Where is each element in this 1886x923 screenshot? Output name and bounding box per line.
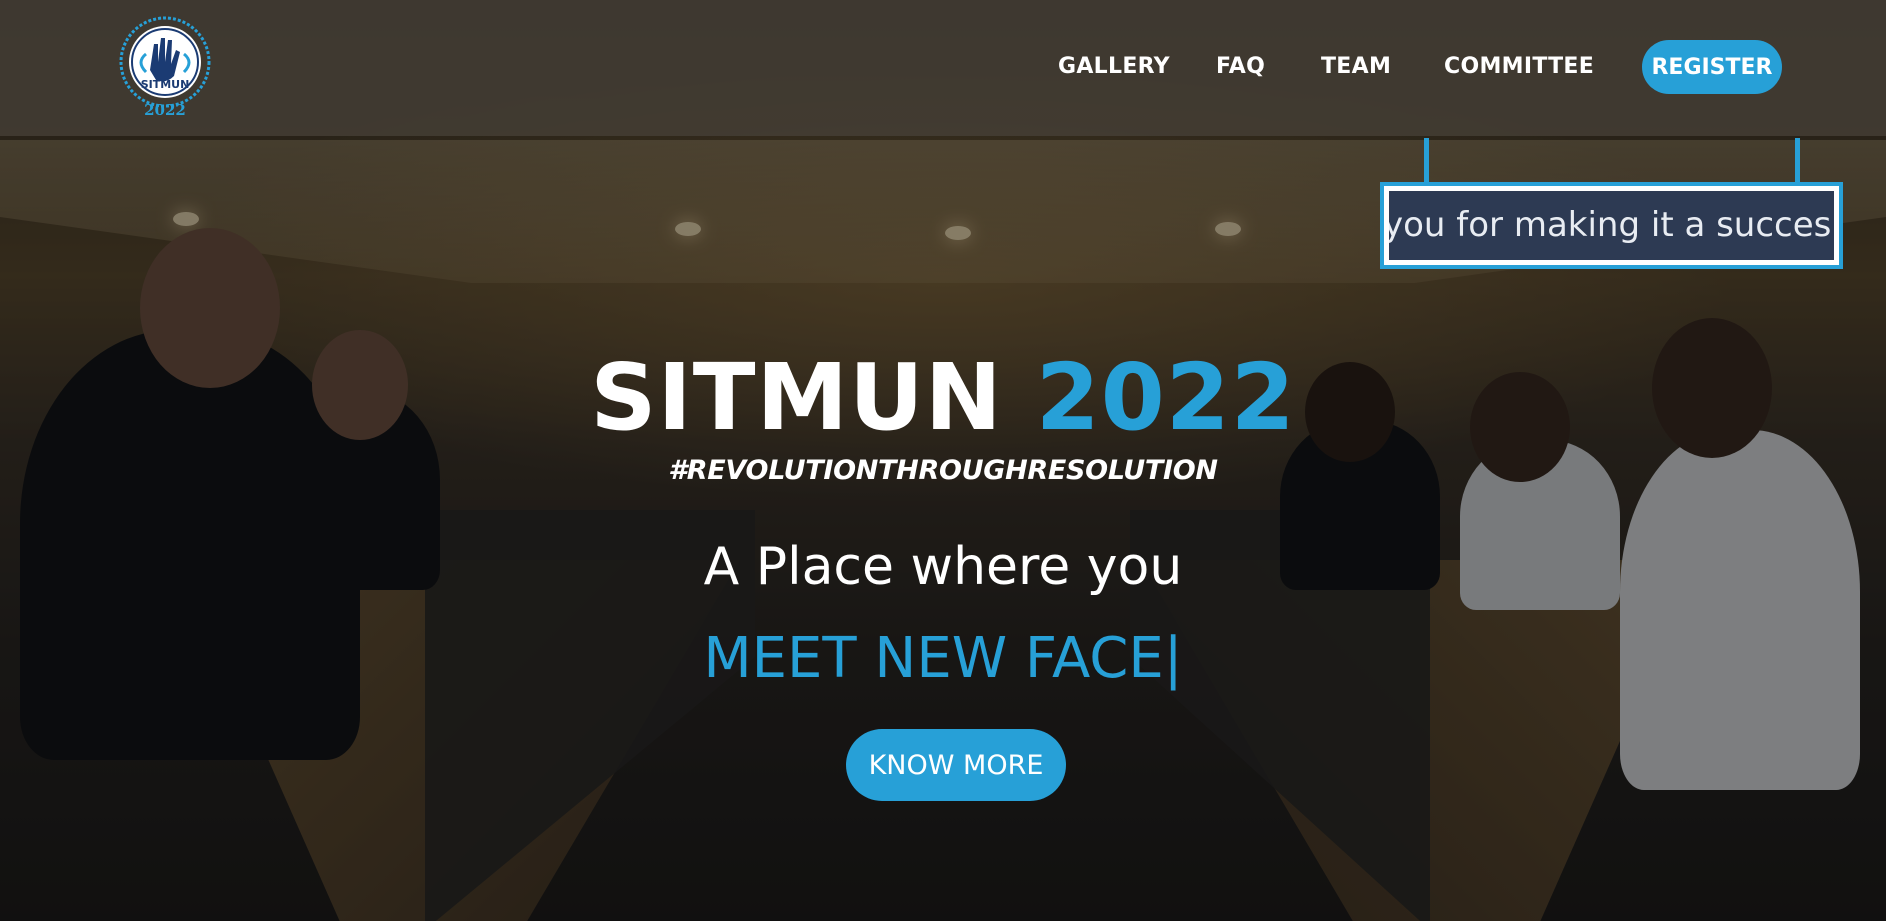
nav-committee[interactable]: COMMITTEE xyxy=(1444,54,1594,79)
typed-phrase: MEET NEW FACE xyxy=(703,626,1164,691)
sign-rope-right xyxy=(1795,138,1800,184)
know-more-button[interactable]: KNOW MORE xyxy=(846,729,1066,801)
nav-team[interactable]: TEAM xyxy=(1321,54,1391,79)
logo-year: 2022 xyxy=(144,101,186,119)
ticker-text: you for making it a succes xyxy=(1389,205,1832,245)
logo-acronym: SITMUN xyxy=(141,78,190,91)
hero-hashtag: #REVOLUTIONTHROUGHRESOLUTION xyxy=(668,455,1218,486)
ticker-display: you for making it a succes xyxy=(1389,191,1834,260)
hero-title-main: SITMUN xyxy=(590,344,1003,451)
sign-rope-left xyxy=(1424,138,1429,184)
register-button[interactable]: REGISTER xyxy=(1642,40,1782,94)
hero-typed-text: MEET NEW FACE| xyxy=(0,626,1886,691)
sitmun-logo[interactable]: SITMUN 2022 xyxy=(116,14,214,120)
hero-title-year: 2022 xyxy=(1035,344,1296,451)
site-header: SITMUN 2022 GALLERY FAQ TEAM COMMITTEE R… xyxy=(0,0,1886,136)
globe-hand-emblem-icon: SITMUN 2022 xyxy=(119,16,211,119)
nav-faq[interactable]: FAQ xyxy=(1216,54,1265,79)
ticker-sign: you for making it a succes xyxy=(1380,182,1843,269)
hero-title: SITMUN 2022 xyxy=(0,348,1886,448)
nav-gallery[interactable]: GALLERY xyxy=(1058,54,1170,79)
typing-cursor: | xyxy=(1163,626,1183,691)
hero-tagline: A Place where you xyxy=(703,537,1183,597)
